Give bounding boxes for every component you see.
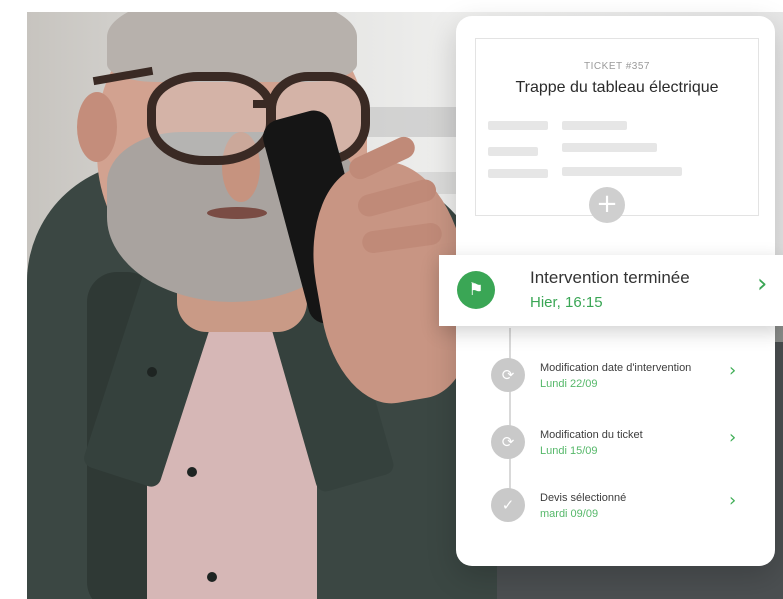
banner-date: Hier, 16:15	[530, 294, 603, 311]
timeline-item-title: Devis sélectionné	[540, 492, 627, 504]
check-icon: ✓	[491, 488, 525, 522]
shirt-button	[207, 572, 217, 582]
placeholder-line	[562, 167, 682, 176]
intervention-complete-banner[interactable]: ⚑ Intervention terminée Hier, 16:15 ›	[439, 255, 783, 326]
chevron-right-icon[interactable]: ›	[729, 360, 736, 381]
timeline-item-title: Modification date d'intervention	[540, 362, 692, 374]
chevron-right-icon[interactable]: ›	[729, 490, 736, 511]
chevron-right-icon[interactable]: ›	[729, 427, 736, 448]
placeholder-line	[562, 121, 627, 130]
ticket-title: Trappe du tableau électrique	[515, 79, 719, 96]
placeholder-line	[488, 147, 538, 156]
sync-icon: ⟳	[491, 358, 525, 392]
timeline-item[interactable]: ⟳ Modification date d'intervention Lundi…	[486, 354, 756, 402]
timeline-item-date: mardi 09/09	[540, 508, 599, 520]
timeline-item-title: Modification du ticket	[540, 429, 643, 441]
chevron-right-icon[interactable]: ›	[757, 269, 767, 299]
checkered-flag-icon: ⚑	[457, 271, 495, 309]
timeline-item[interactable]: ✓ Devis sélectionné mardi 09/09 ›	[486, 484, 756, 532]
timeline-item-date: Lundi 15/09	[540, 445, 598, 457]
man-mouth	[207, 207, 267, 219]
sync-icon: ⟳	[491, 425, 525, 459]
timeline-item-date: Lundi 22/09	[540, 378, 598, 390]
shirt-button	[147, 367, 157, 377]
glasses-lens-left	[147, 72, 275, 165]
man-ear	[77, 92, 117, 162]
ticket-number: TICKET #357	[584, 61, 650, 72]
banner-title: Intervention terminée	[530, 268, 690, 287]
placeholder-line	[488, 169, 548, 178]
placeholder-line	[488, 121, 548, 130]
marketing-visual: TICKET #357 Trappe du tableau électrique…	[0, 0, 783, 599]
shirt-button	[187, 467, 197, 477]
plus-icon[interactable]: +	[589, 187, 625, 223]
placeholder-line	[562, 143, 657, 152]
timeline-item[interactable]: ⟳ Modification du ticket Lundi 15/09 ›	[486, 421, 756, 469]
glasses-bridge	[253, 100, 275, 108]
